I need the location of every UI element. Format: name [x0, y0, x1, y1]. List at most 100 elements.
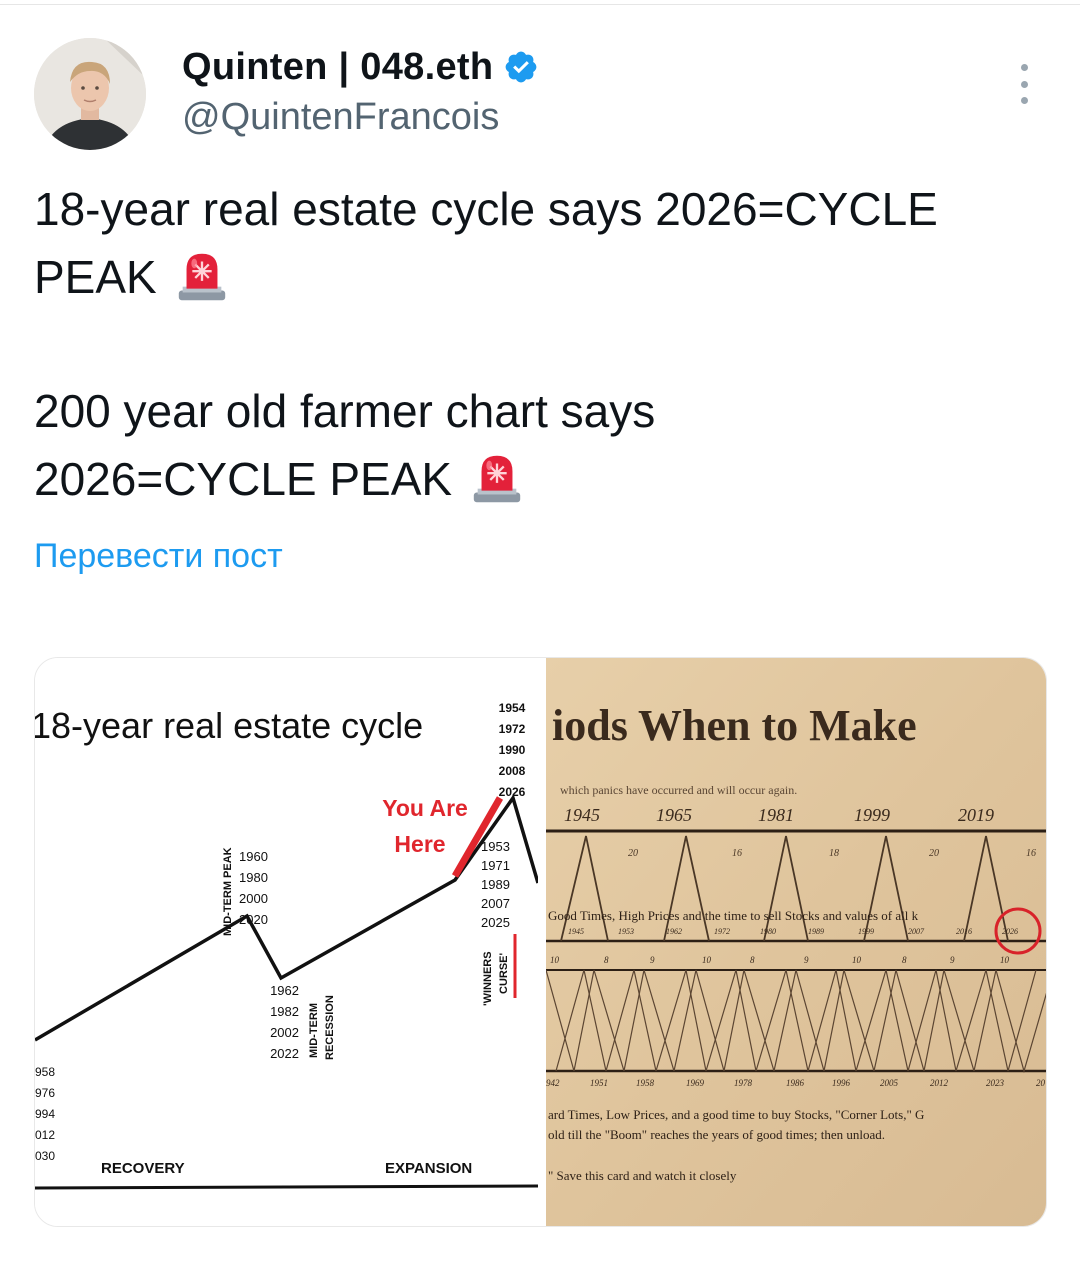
farmer-chart-title: iods When to Make	[552, 701, 917, 750]
svg-text:10: 10	[1000, 955, 1010, 965]
author-display-name[interactable]: Quinten | 048.eth	[182, 46, 493, 89]
svg-text:942: 942	[546, 1078, 560, 1088]
svg-text:994: 994	[35, 1107, 55, 1121]
tweet-text-line-3: 200 year old farmer chart says	[34, 378, 655, 444]
svg-text:20: 20	[1036, 1078, 1046, 1088]
svg-text:1996: 1996	[832, 1078, 851, 1088]
svg-text:8: 8	[902, 955, 907, 965]
svg-text:9: 9	[950, 955, 955, 965]
top-divider	[0, 4, 1080, 5]
tweet-text: PEAK	[34, 251, 157, 303]
svg-text:1980: 1980	[760, 927, 776, 936]
before-peak-years: 1953 1971 1989 2007 2025	[481, 839, 510, 930]
svg-text:2025: 2025	[481, 915, 510, 930]
tweet-text-line-4: 2026=CYCLE PEAK	[34, 446, 526, 512]
svg-text:2005: 2005	[880, 1078, 899, 1088]
author-name-row[interactable]: Quinten | 048.eth	[182, 42, 539, 92]
svg-text:10: 10	[852, 955, 862, 965]
svg-text:1945: 1945	[568, 927, 584, 936]
baseline	[35, 1184, 538, 1190]
svg-text:1962: 1962	[666, 927, 682, 936]
svg-text:RECESSION: RECESSION	[324, 995, 336, 1060]
svg-text:1958: 1958	[636, 1078, 655, 1088]
svg-text:2007: 2007	[481, 896, 510, 911]
svg-text:1953: 1953	[618, 927, 634, 936]
svg-text:2007: 2007	[908, 927, 925, 936]
svg-text:2019: 2019	[958, 805, 994, 825]
avatar[interactable]	[34, 38, 146, 150]
tweet-text: 2026=CYCLE PEAK	[34, 453, 453, 505]
svg-text:CURSE': CURSE'	[498, 952, 510, 994]
real-estate-cycle-image[interactable]: 18-year real estate cycle 1954 1972 1990…	[35, 658, 538, 1227]
svg-text:2016: 2016	[956, 927, 972, 936]
svg-text:1951: 1951	[590, 1078, 608, 1088]
cycle-chart-title: 18-year real estate cycle	[35, 705, 423, 746]
svg-text:'WINNERS: 'WINNERS	[482, 951, 494, 1006]
svg-text:You Are: You Are	[382, 795, 468, 821]
svg-text:2002: 2002	[270, 1025, 299, 1040]
svg-text:1953: 1953	[481, 839, 510, 854]
svg-text:1945: 1945	[564, 805, 600, 825]
svg-text:1982: 1982	[270, 1004, 299, 1019]
svg-text:20: 20	[628, 848, 638, 859]
svg-text:2020: 2020	[239, 912, 268, 927]
svg-text:1972: 1972	[714, 927, 730, 936]
peak-year: 1972	[499, 722, 526, 736]
svg-text:1981: 1981	[758, 805, 794, 825]
peak-year: 1990	[499, 743, 526, 757]
rotating-light-icon	[178, 253, 225, 301]
svg-text:1978: 1978	[734, 1078, 753, 1088]
svg-text:1999: 1999	[858, 927, 874, 936]
media-divider	[538, 658, 546, 1226]
svg-text:ard Times, Low Prices, and a g: ard Times, Low Prices, and a good time t…	[548, 1107, 924, 1122]
more-options-icon[interactable]	[1010, 64, 1038, 104]
svg-text:16: 16	[732, 848, 742, 859]
svg-text:20: 20	[929, 848, 939, 859]
svg-text:2022: 2022	[270, 1046, 299, 1061]
svg-text:2023: 2023	[986, 1078, 1005, 1088]
farmer-footer: " Save this card and watch it closely	[548, 1168, 737, 1183]
peak-year: 1954	[499, 701, 526, 715]
svg-text:1980: 1980	[239, 870, 268, 885]
translate-post-link[interactable]: Перевести пост	[34, 537, 283, 576]
svg-text:2012: 2012	[930, 1078, 949, 1088]
tweet-text-line-1: 18-year real estate cycle says 2026=CYCL…	[34, 176, 938, 242]
farmer-subtitle: which panics have occurred and will occu…	[560, 783, 797, 797]
peak-year: 2026	[499, 785, 526, 799]
svg-text:2000: 2000	[239, 891, 268, 906]
tweet-text-line-2: PEAK	[34, 244, 231, 310]
svg-text:10: 10	[702, 955, 712, 965]
svg-text:10: 10	[550, 955, 560, 965]
svg-text:1962: 1962	[270, 983, 299, 998]
tweet-text: 18-year real estate cycle says 2026=CYCL…	[34, 183, 938, 235]
rotating-light-icon	[473, 455, 521, 503]
svg-text:1960: 1960	[239, 849, 268, 864]
svg-text:Here: Here	[394, 831, 445, 857]
svg-text:1969: 1969	[686, 1078, 705, 1088]
svg-text:030: 030	[35, 1149, 55, 1163]
svg-text:8: 8	[604, 955, 609, 965]
svg-text:18: 18	[829, 848, 839, 859]
svg-text:RECOVERY: RECOVERY	[101, 1160, 185, 1177]
media-grid[interactable]: 18-year real estate cycle 1954 1972 1990…	[34, 657, 1047, 1227]
svg-text:MID-TERM: MID-TERM	[308, 1003, 320, 1058]
svg-text:EXPANSION: EXPANSION	[385, 1160, 472, 1177]
svg-text:958: 958	[35, 1065, 55, 1079]
svg-text:012: 012	[35, 1128, 55, 1142]
svg-text:9: 9	[650, 955, 655, 965]
svg-text:976: 976	[35, 1086, 55, 1100]
verified-badge-icon	[505, 51, 537, 83]
svg-text:8: 8	[750, 955, 755, 965]
svg-text:1986: 1986	[786, 1078, 805, 1088]
good-times-text: Good Times, High Prices and the time to …	[548, 908, 919, 923]
author-handle[interactable]: @QuintenFrancois	[182, 96, 499, 139]
peak-year: 2008	[499, 764, 526, 778]
svg-text:1989: 1989	[808, 927, 824, 936]
tweet-text: 200 year old farmer chart says	[34, 385, 656, 437]
svg-text:2026: 2026	[1002, 927, 1018, 936]
avatar-photo	[34, 38, 146, 150]
svg-text:1965: 1965	[656, 805, 692, 825]
svg-text:1989: 1989	[481, 877, 510, 892]
svg-text:old till the "Boom" reaches th: old till the "Boom" reaches the years of…	[548, 1127, 885, 1142]
farmer-chart-image[interactable]: iods When to Make which panics have occu…	[546, 658, 1047, 1227]
